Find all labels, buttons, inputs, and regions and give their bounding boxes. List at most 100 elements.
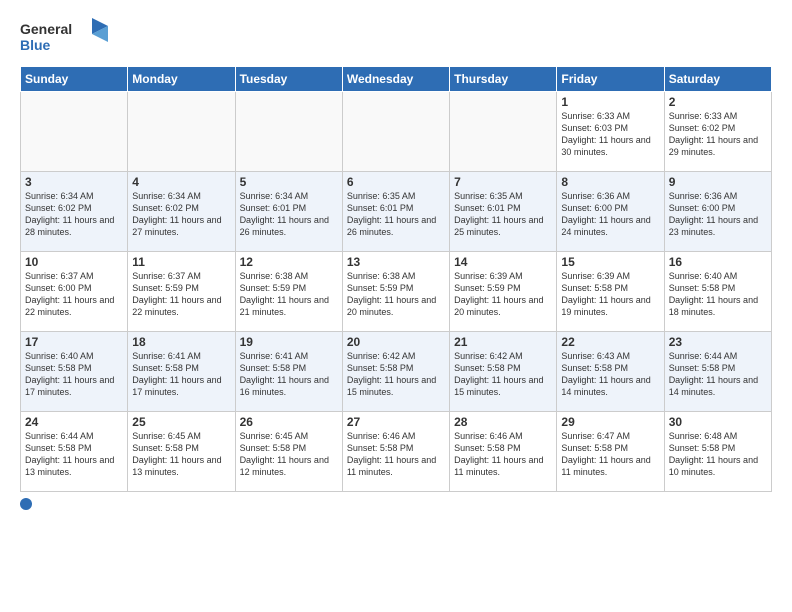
day-info: Sunrise: 6:36 AM Sunset: 6:00 PM Dayligh… [669, 190, 767, 239]
day-info: Sunrise: 6:33 AM Sunset: 6:03 PM Dayligh… [561, 110, 659, 159]
day-number: 9 [669, 175, 767, 189]
calendar-cell [342, 92, 449, 172]
day-number: 1 [561, 95, 659, 109]
day-info: Sunrise: 6:45 AM Sunset: 5:58 PM Dayligh… [240, 430, 338, 479]
page: General Blue SundayMondayTuesdayWednesda… [0, 0, 792, 520]
day-number: 24 [25, 415, 123, 429]
day-info: Sunrise: 6:48 AM Sunset: 5:58 PM Dayligh… [669, 430, 767, 479]
day-info: Sunrise: 6:44 AM Sunset: 5:58 PM Dayligh… [669, 350, 767, 399]
day-number: 25 [132, 415, 230, 429]
calendar-cell: 15Sunrise: 6:39 AM Sunset: 5:58 PM Dayli… [557, 252, 664, 332]
day-info: Sunrise: 6:37 AM Sunset: 5:59 PM Dayligh… [132, 270, 230, 319]
day-number: 30 [669, 415, 767, 429]
calendar-week-row: 10Sunrise: 6:37 AM Sunset: 6:00 PM Dayli… [21, 252, 772, 332]
day-of-week-header: Wednesday [342, 67, 449, 92]
day-number: 3 [25, 175, 123, 189]
day-info: Sunrise: 6:34 AM Sunset: 6:02 PM Dayligh… [132, 190, 230, 239]
day-number: 4 [132, 175, 230, 189]
day-info: Sunrise: 6:38 AM Sunset: 5:59 PM Dayligh… [240, 270, 338, 319]
day-info: Sunrise: 6:42 AM Sunset: 5:58 PM Dayligh… [347, 350, 445, 399]
day-number: 20 [347, 335, 445, 349]
logo-svg: General Blue [20, 16, 110, 60]
footer [20, 498, 772, 510]
day-info: Sunrise: 6:37 AM Sunset: 6:00 PM Dayligh… [25, 270, 123, 319]
calendar-week-row: 17Sunrise: 6:40 AM Sunset: 5:58 PM Dayli… [21, 332, 772, 412]
daylight-dot [20, 498, 32, 510]
header: General Blue [20, 16, 772, 60]
calendar-cell [235, 92, 342, 172]
day-info: Sunrise: 6:34 AM Sunset: 6:02 PM Dayligh… [25, 190, 123, 239]
day-number: 16 [669, 255, 767, 269]
day-info: Sunrise: 6:47 AM Sunset: 5:58 PM Dayligh… [561, 430, 659, 479]
day-number: 21 [454, 335, 552, 349]
calendar-cell: 23Sunrise: 6:44 AM Sunset: 5:58 PM Dayli… [664, 332, 771, 412]
calendar-cell: 11Sunrise: 6:37 AM Sunset: 5:59 PM Dayli… [128, 252, 235, 332]
day-info: Sunrise: 6:34 AM Sunset: 6:01 PM Dayligh… [240, 190, 338, 239]
calendar-cell: 26Sunrise: 6:45 AM Sunset: 5:58 PM Dayli… [235, 412, 342, 492]
day-info: Sunrise: 6:45 AM Sunset: 5:58 PM Dayligh… [132, 430, 230, 479]
day-info: Sunrise: 6:40 AM Sunset: 5:58 PM Dayligh… [669, 270, 767, 319]
calendar-header-row: SundayMondayTuesdayWednesdayThursdayFrid… [21, 67, 772, 92]
day-info: Sunrise: 6:41 AM Sunset: 5:58 PM Dayligh… [240, 350, 338, 399]
day-info: Sunrise: 6:44 AM Sunset: 5:58 PM Dayligh… [25, 430, 123, 479]
day-number: 18 [132, 335, 230, 349]
calendar-cell: 28Sunrise: 6:46 AM Sunset: 5:58 PM Dayli… [450, 412, 557, 492]
day-info: Sunrise: 6:39 AM Sunset: 5:58 PM Dayligh… [561, 270, 659, 319]
day-number: 13 [347, 255, 445, 269]
day-number: 11 [132, 255, 230, 269]
day-info: Sunrise: 6:42 AM Sunset: 5:58 PM Dayligh… [454, 350, 552, 399]
day-number: 2 [669, 95, 767, 109]
calendar-cell: 17Sunrise: 6:40 AM Sunset: 5:58 PM Dayli… [21, 332, 128, 412]
calendar-cell: 18Sunrise: 6:41 AM Sunset: 5:58 PM Dayli… [128, 332, 235, 412]
calendar-week-row: 1Sunrise: 6:33 AM Sunset: 6:03 PM Daylig… [21, 92, 772, 172]
calendar: SundayMondayTuesdayWednesdayThursdayFrid… [20, 66, 772, 492]
day-info: Sunrise: 6:35 AM Sunset: 6:01 PM Dayligh… [454, 190, 552, 239]
day-info: Sunrise: 6:46 AM Sunset: 5:58 PM Dayligh… [454, 430, 552, 479]
day-number: 23 [669, 335, 767, 349]
calendar-cell: 9Sunrise: 6:36 AM Sunset: 6:00 PM Daylig… [664, 172, 771, 252]
calendar-cell: 10Sunrise: 6:37 AM Sunset: 6:00 PM Dayli… [21, 252, 128, 332]
calendar-cell [450, 92, 557, 172]
day-of-week-header: Thursday [450, 67, 557, 92]
day-info: Sunrise: 6:39 AM Sunset: 5:59 PM Dayligh… [454, 270, 552, 319]
day-number: 14 [454, 255, 552, 269]
calendar-cell: 12Sunrise: 6:38 AM Sunset: 5:59 PM Dayli… [235, 252, 342, 332]
day-number: 29 [561, 415, 659, 429]
calendar-cell: 27Sunrise: 6:46 AM Sunset: 5:58 PM Dayli… [342, 412, 449, 492]
calendar-cell: 1Sunrise: 6:33 AM Sunset: 6:03 PM Daylig… [557, 92, 664, 172]
day-number: 19 [240, 335, 338, 349]
day-of-week-header: Saturday [664, 67, 771, 92]
logo-area: General Blue [20, 16, 110, 60]
day-info: Sunrise: 6:41 AM Sunset: 5:58 PM Dayligh… [132, 350, 230, 399]
calendar-cell: 5Sunrise: 6:34 AM Sunset: 6:01 PM Daylig… [235, 172, 342, 252]
day-number: 7 [454, 175, 552, 189]
calendar-cell: 13Sunrise: 6:38 AM Sunset: 5:59 PM Dayli… [342, 252, 449, 332]
day-of-week-header: Monday [128, 67, 235, 92]
svg-text:Blue: Blue [20, 37, 51, 53]
day-of-week-header: Tuesday [235, 67, 342, 92]
calendar-cell: 29Sunrise: 6:47 AM Sunset: 5:58 PM Dayli… [557, 412, 664, 492]
day-number: 26 [240, 415, 338, 429]
calendar-cell: 2Sunrise: 6:33 AM Sunset: 6:02 PM Daylig… [664, 92, 771, 172]
calendar-cell [128, 92, 235, 172]
calendar-cell: 22Sunrise: 6:43 AM Sunset: 5:58 PM Dayli… [557, 332, 664, 412]
svg-text:General: General [20, 21, 72, 37]
calendar-week-row: 3Sunrise: 6:34 AM Sunset: 6:02 PM Daylig… [21, 172, 772, 252]
calendar-cell: 4Sunrise: 6:34 AM Sunset: 6:02 PM Daylig… [128, 172, 235, 252]
calendar-cell: 16Sunrise: 6:40 AM Sunset: 5:58 PM Dayli… [664, 252, 771, 332]
calendar-cell: 25Sunrise: 6:45 AM Sunset: 5:58 PM Dayli… [128, 412, 235, 492]
day-number: 10 [25, 255, 123, 269]
day-info: Sunrise: 6:38 AM Sunset: 5:59 PM Dayligh… [347, 270, 445, 319]
day-number: 17 [25, 335, 123, 349]
calendar-cell: 19Sunrise: 6:41 AM Sunset: 5:58 PM Dayli… [235, 332, 342, 412]
day-of-week-header: Sunday [21, 67, 128, 92]
calendar-cell: 6Sunrise: 6:35 AM Sunset: 6:01 PM Daylig… [342, 172, 449, 252]
calendar-cell: 8Sunrise: 6:36 AM Sunset: 6:00 PM Daylig… [557, 172, 664, 252]
day-info: Sunrise: 6:33 AM Sunset: 6:02 PM Dayligh… [669, 110, 767, 159]
calendar-cell [21, 92, 128, 172]
day-number: 6 [347, 175, 445, 189]
day-info: Sunrise: 6:40 AM Sunset: 5:58 PM Dayligh… [25, 350, 123, 399]
day-number: 15 [561, 255, 659, 269]
day-number: 22 [561, 335, 659, 349]
calendar-cell: 24Sunrise: 6:44 AM Sunset: 5:58 PM Dayli… [21, 412, 128, 492]
